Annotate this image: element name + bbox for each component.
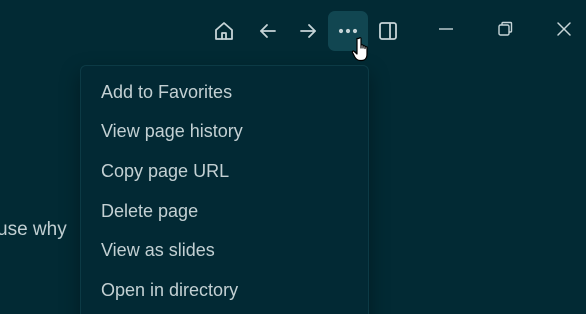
arrow-left-icon <box>257 20 279 42</box>
more-options-menu: Add to Favorites View page history Copy … <box>80 65 369 314</box>
minimize-icon <box>437 20 455 43</box>
close-button[interactable] <box>544 11 584 51</box>
minimize-button[interactable] <box>426 11 466 51</box>
toggle-sidebar-button[interactable] <box>368 11 408 51</box>
menu-item-open-in-directory[interactable]: Open in directory <box>81 273 368 307</box>
sidebar-panel-icon <box>377 20 399 42</box>
menu-item-delete-page[interactable]: Delete page <box>81 194 368 228</box>
menu-item-view-as-slides[interactable]: View as slides <box>81 233 368 267</box>
menu-item-view-page-history[interactable]: View page history <box>81 114 368 148</box>
more-options-button[interactable] <box>328 11 368 51</box>
page-body-text: use why <box>0 219 67 240</box>
app-window: use why Add to Favorites View page histo… <box>0 0 586 314</box>
forward-button[interactable] <box>288 11 328 51</box>
back-button[interactable] <box>248 11 288 51</box>
menu-item-copy-page-url[interactable]: Copy page URL <box>81 154 368 188</box>
home-icon <box>213 20 235 42</box>
arrow-right-icon <box>297 20 319 42</box>
close-icon <box>555 20 573 43</box>
restore-button[interactable] <box>485 11 525 51</box>
more-horizontal-icon <box>337 20 359 42</box>
restore-icon <box>496 20 514 43</box>
menu-item-add-to-favorites[interactable]: Add to Favorites <box>81 75 368 109</box>
home-button[interactable] <box>204 11 244 51</box>
